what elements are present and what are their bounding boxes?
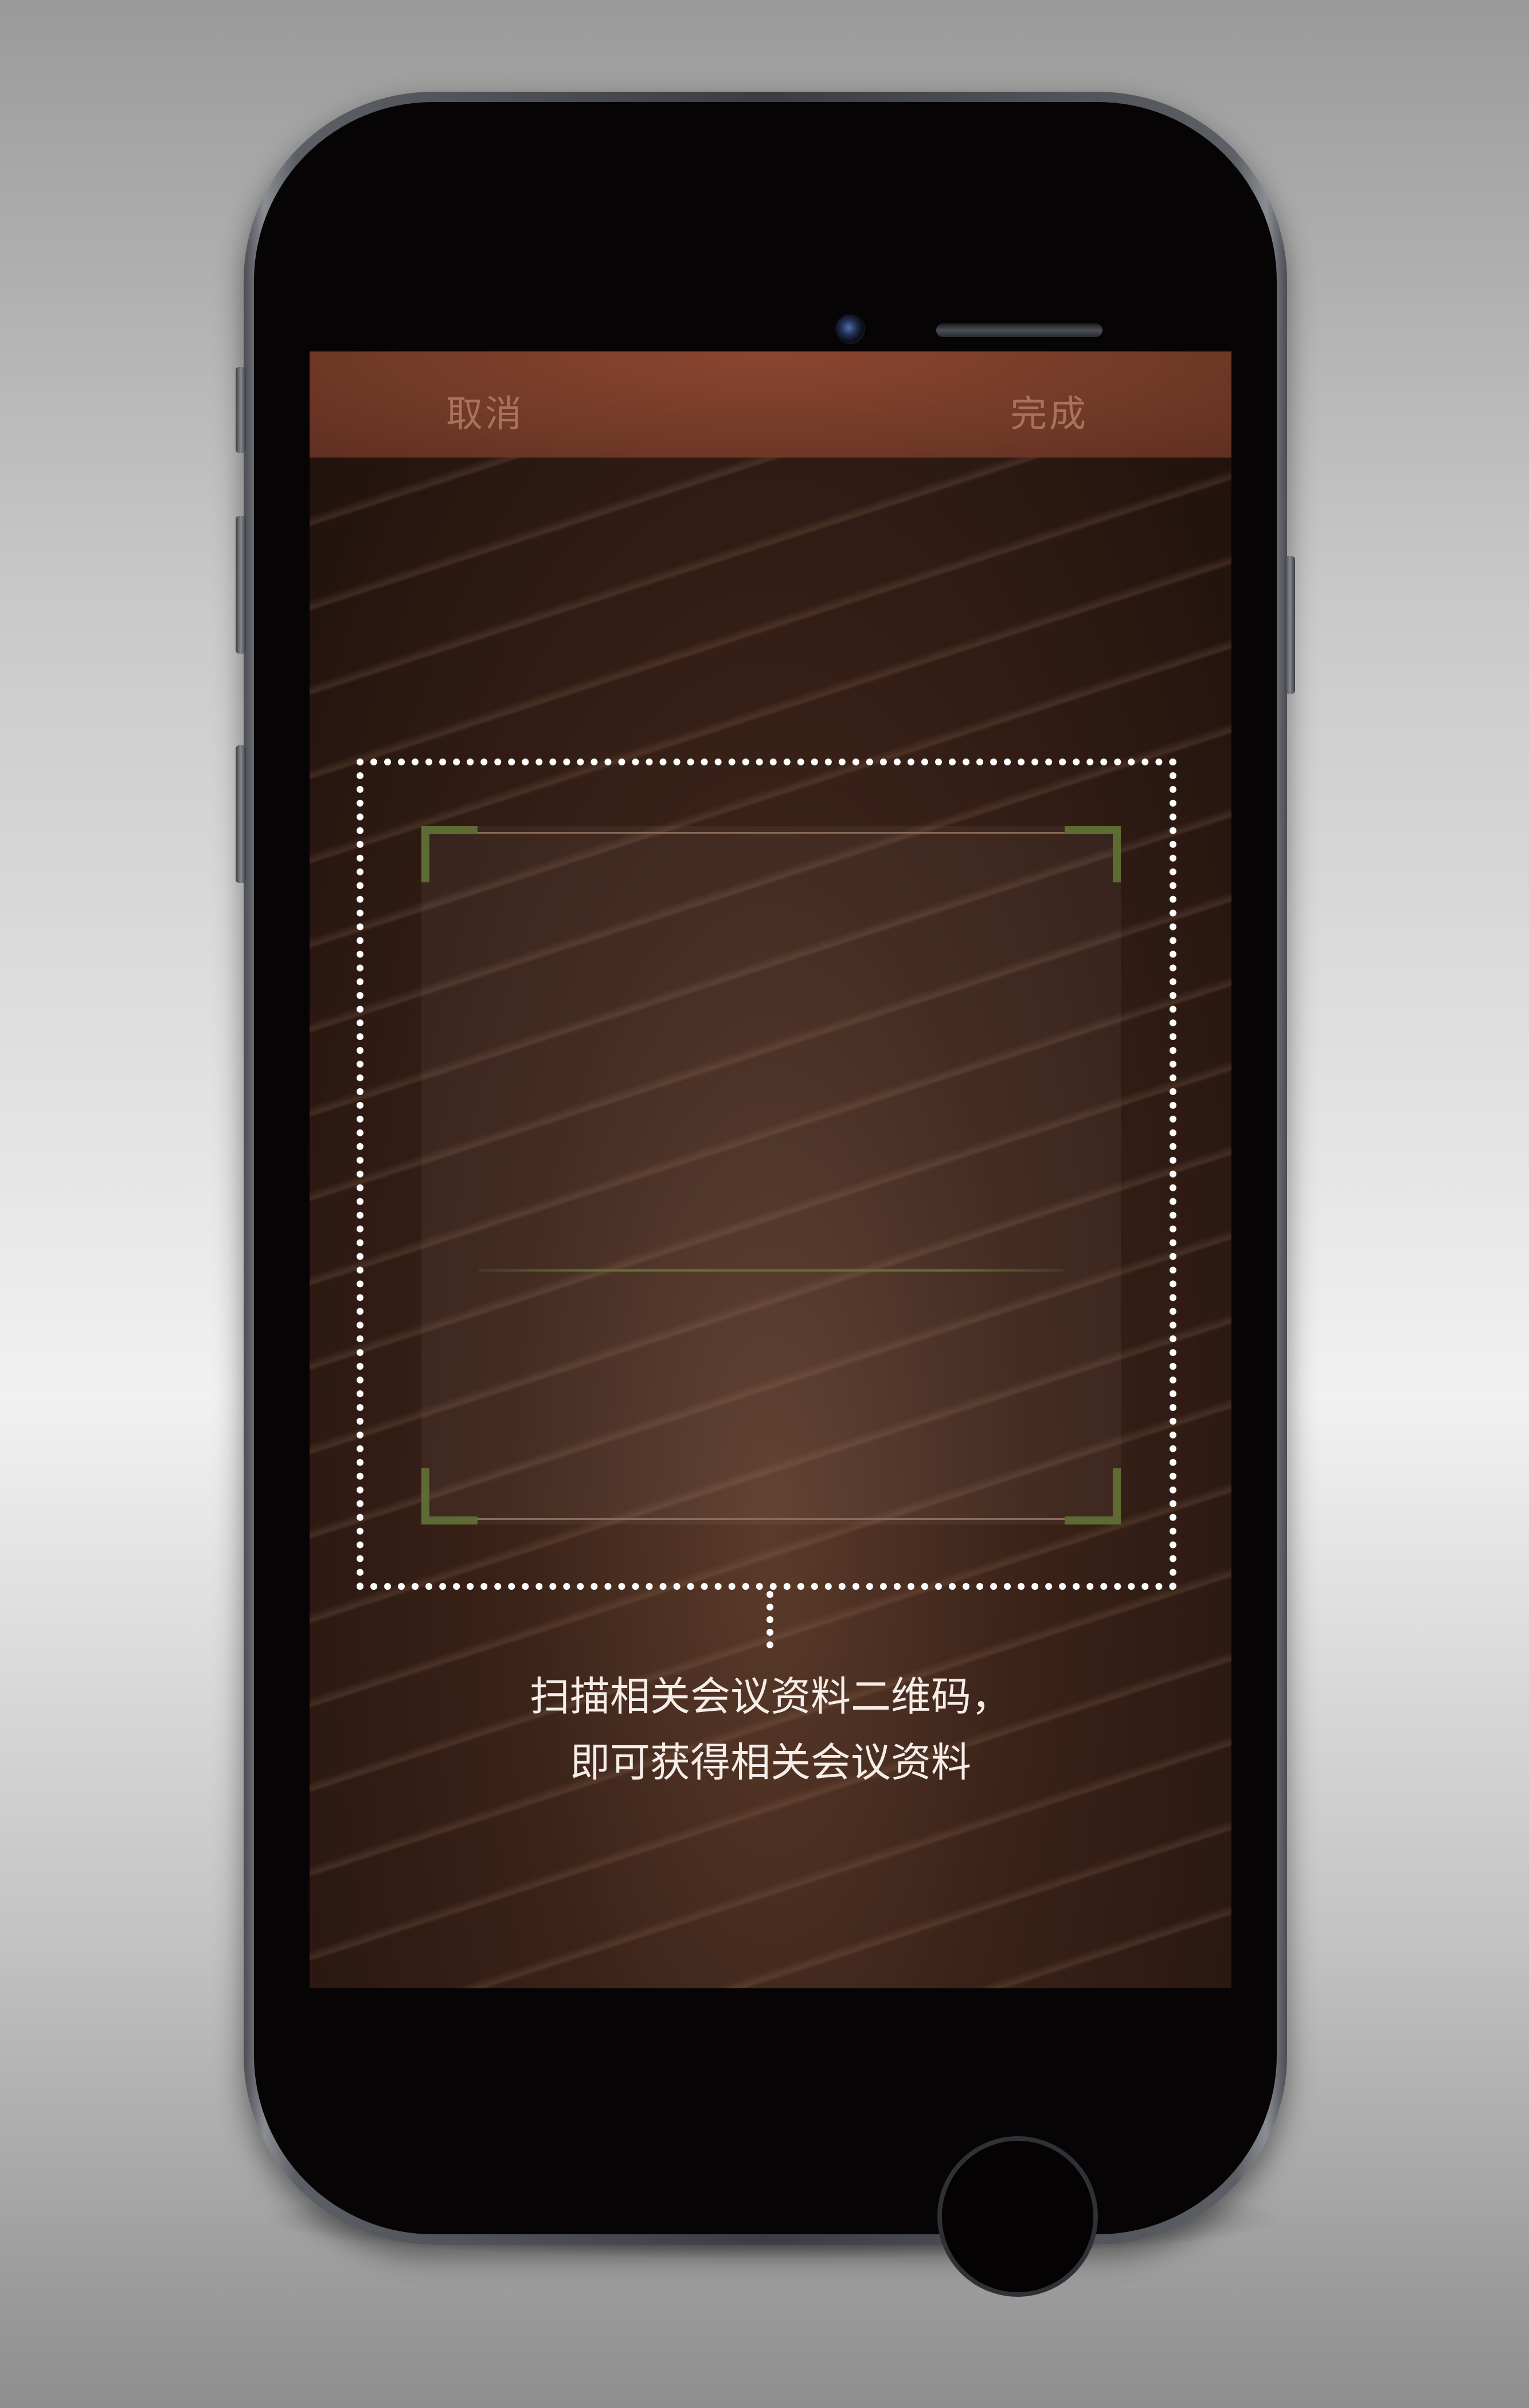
scan-corner-bottom-right-icon [1065,1468,1121,1524]
scan-frame-top-edge [472,832,1070,834]
volume-down-button [236,745,246,883]
scan-corner-top-left-icon [421,826,478,882]
qr-scan-frame [421,826,1121,1524]
front-camera-icon [835,314,865,344]
mute-switch [236,367,246,453]
screen: 取消 完成 扫描相关会议资料二维码， 即可获得相关会议资料 [310,351,1231,1988]
home-button-icon[interactable] [937,2136,1098,2297]
earpiece-speaker-icon [936,323,1102,337]
volume-up-button [236,516,246,654]
scan-frame-bottom-edge [472,1518,1070,1520]
power-button [1285,556,1295,694]
scan-corner-bottom-left-icon [421,1468,478,1524]
navigation-bar: 取消 完成 [310,351,1231,458]
scan-corner-top-right-icon [1065,826,1121,882]
cancel-button[interactable]: 取消 [446,385,524,437]
scan-hint-line-1: 扫描相关会议资料二维码， [530,1673,1011,1720]
scan-line [479,1269,1063,1272]
hint-connector-line [767,1591,773,1648]
scan-hint-line-2: 即可获得相关会议资料 [570,1739,971,1786]
done-button[interactable]: 完成 [1010,385,1088,437]
